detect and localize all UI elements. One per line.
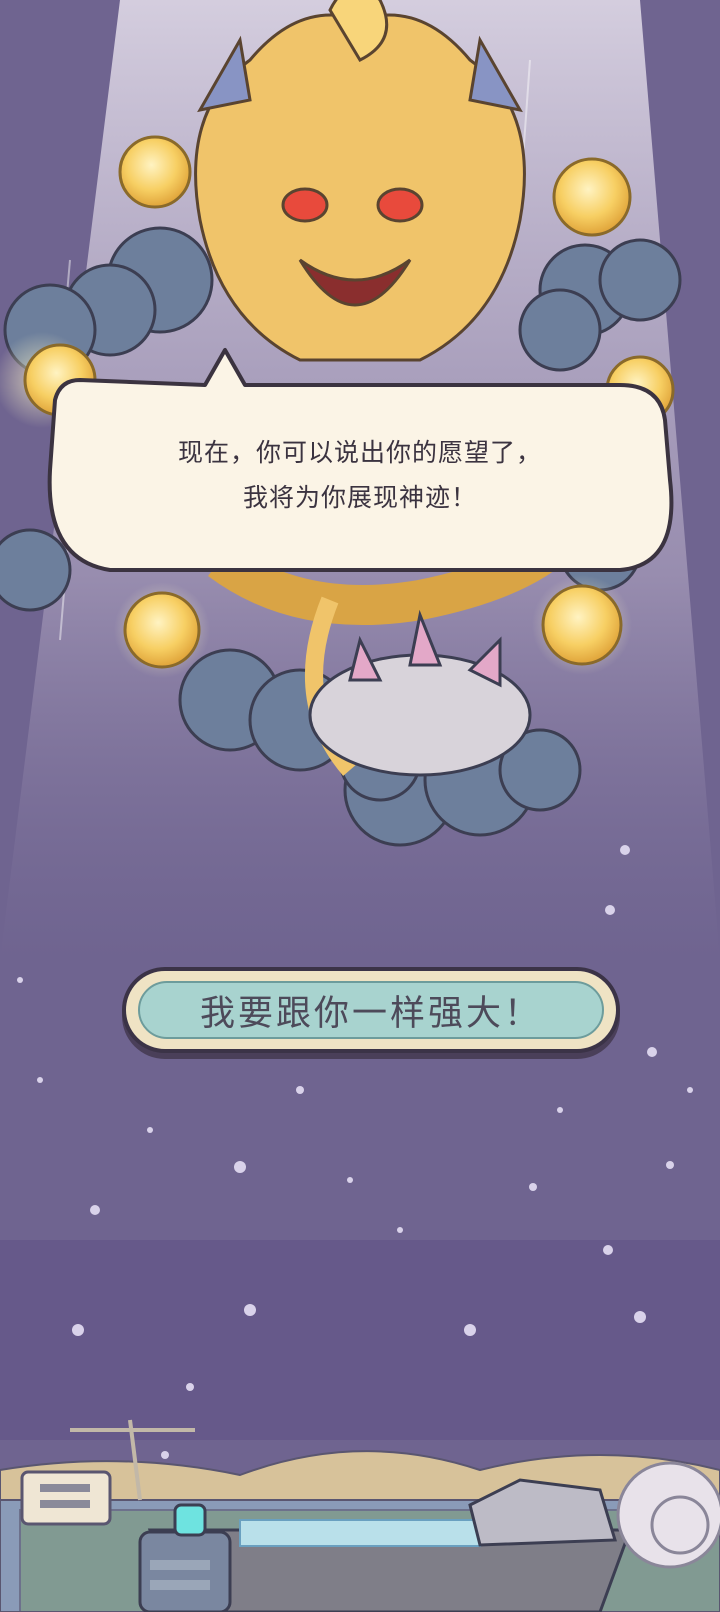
- wish-choice-button-face[interactable]: 我要跟你一样强大！: [138, 981, 604, 1039]
- dialog-line-1: 现在，你可以说出你的愿望了，: [177, 438, 542, 467]
- wish-choice-button[interactable]: 我要跟你一样强大！: [122, 967, 620, 1053]
- snail-house: [616, 1461, 720, 1569]
- wish-choice-label: 我要跟你一样强大！: [199, 993, 542, 1034]
- billboard: [20, 1470, 112, 1526]
- game-scene: [0, 0, 720, 1612]
- dialog-line-2: 我将为你展现神迹！: [242, 483, 477, 512]
- ground-band: [0, 1240, 720, 1440]
- dialog-text: 现在，你可以说出你的愿望了， 我将为你展现神迹！: [80, 430, 640, 520]
